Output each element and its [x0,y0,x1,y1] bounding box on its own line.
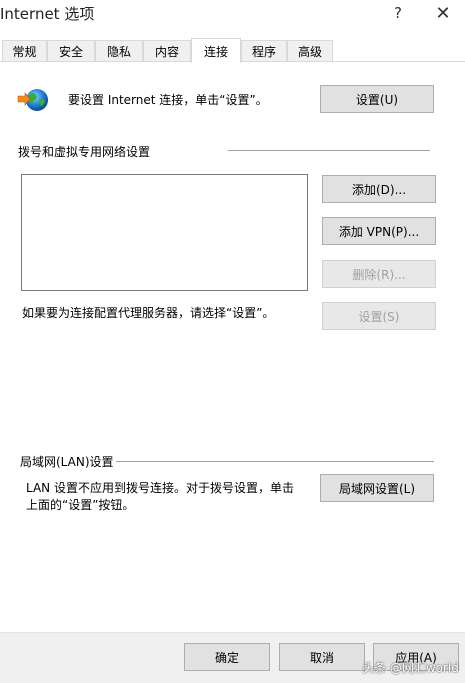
watermark: 头条 @网汇world [362,661,459,675]
cancel-button[interactable]: 取消 [279,643,365,671]
help-button[interactable]: ? [380,0,416,26]
tab-programs[interactable]: 程序 [241,40,287,62]
title-bar: Internet 选项 ? ✕ [0,0,465,28]
tab-privacy[interactable]: 隐私 [95,40,143,62]
dialup-section-heading: 拨号和虚拟专用网络设置 [18,145,151,159]
setup-instruction: 要设置 Internet 连接，单击“设置”。 [68,93,268,107]
tab-label: 常规 [12,45,37,59]
tab-strip: 常规 安全 隐私 内容 连接 程序 高级 [0,38,465,63]
close-button[interactable]: ✕ [425,0,461,26]
add-connection-button[interactable]: 添加(D)... [322,175,436,203]
tab-security[interactable]: 安全 [47,40,95,62]
lan-description-line2: 上面的“设置”按钮。 [26,498,135,512]
help-icon: ? [394,4,402,22]
tab-label: 高级 [297,45,322,59]
close-icon: ✕ [435,2,451,24]
internet-globe-icon [17,89,48,111]
lan-section-heading: 局域网(LAN)设置 [20,455,114,469]
add-vpn-button[interactable]: 添加 VPN(P)... [322,217,436,245]
lan-divider [116,461,434,462]
window-title: Internet 选项 [0,5,95,23]
tab-advanced[interactable]: 高级 [287,40,333,62]
connection-settings-button[interactable]: 设置(S) [322,302,436,330]
lan-description-line1: LAN 设置不应用到拨号连接。对于拨号设置，单击 [26,481,294,495]
tab-label: 安全 [58,45,83,59]
tab-label: 隐私 [106,45,131,59]
tab-label: 连接 [203,44,228,59]
setup-button[interactable]: 设置(U) [320,85,434,113]
tab-label: 程序 [251,45,276,59]
delete-connection-button[interactable]: 删除(R)... [322,260,436,288]
ok-button[interactable]: 确定 [184,643,270,671]
tab-label: 内容 [154,45,179,59]
connections-list[interactable] [21,174,308,291]
tab-connections[interactable]: 连接 [191,38,241,63]
tab-general[interactable]: 常规 [2,40,47,62]
lan-settings-button[interactable]: 局域网设置(L) [320,474,434,502]
proxy-instruction: 如果要为连接配置代理服务器，请选择“设置”。 [22,306,275,320]
tab-content[interactable]: 内容 [143,40,191,62]
dialup-divider [228,150,430,151]
